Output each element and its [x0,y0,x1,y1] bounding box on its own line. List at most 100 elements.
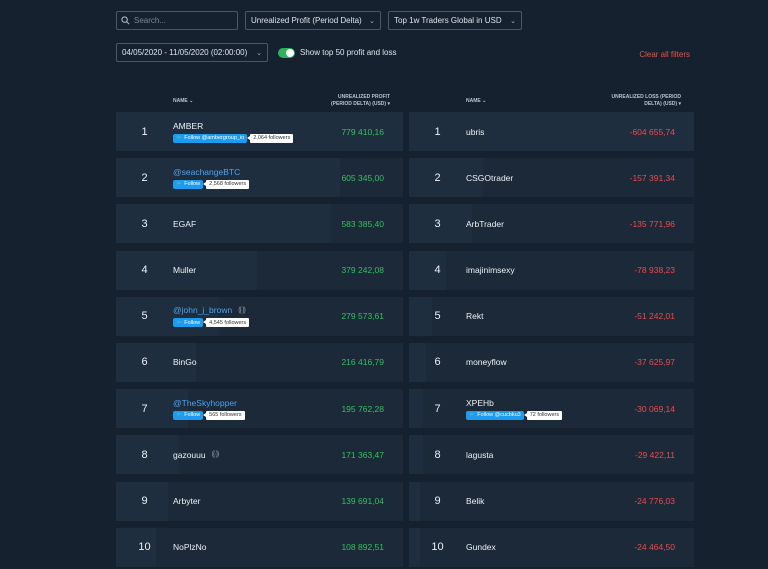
twitter-bird-icon: 🐦 [176,412,183,419]
row-rank: 10 [138,541,151,554]
table-row[interactable]: 9 Belik -24 776,03 [409,481,694,521]
search-icon [121,16,130,25]
social-follow: 🐦 Follow @cucbku3 72 followers [466,410,563,420]
trader-name: BinGo [173,357,197,368]
table-row[interactable]: 7 XPEHb 🐦 Follow @cucbku3 72 followers -30 06… [409,389,694,429]
row-name-line: AMBER [173,121,293,131]
row-rank: 7 [434,402,441,415]
row-name-cell: lagusta [466,435,493,474]
table-row[interactable]: 1 ubris -604 655,74 [409,112,694,151]
row-value: 605 345,00 [341,172,384,183]
loss-value-header[interactable]: UNREALIZED LOSS (PERIOD DELTA) (USD) ▾ [612,94,681,108]
profit-value-header[interactable]: UNREALIZED PROFIT (PERIOD DELTA) (USD) ▾ [331,94,390,108]
loss-table-header: NAME ⌄ UNREALIZED LOSS (PERIOD DELTA) (US… [409,91,694,112]
table-row[interactable]: 6 moneyflow -37 625,97 [409,342,694,382]
top50-toggle[interactable] [278,47,295,58]
trader-name: CSGOtrader [466,172,514,183]
row-name-cell: @TheSkyhopper 🐦 Follow 565 followers [173,389,245,428]
twitter-follow-button[interactable]: 🐦 Follow @ambergroup_io [173,133,248,143]
row-name-line: Arbyter [173,496,200,506]
row-rank: 10 [431,541,444,554]
table-row[interactable]: 4 imajinimsexy -78 938,23 [409,250,694,290]
trader-name: Gundex [466,542,496,553]
twitter-follow-button[interactable]: 🐦 Follow @cucbku3 [466,410,524,420]
search-box[interactable] [116,11,238,30]
row-value: 583 385,40 [341,218,384,229]
row-value: 195 762,28 [341,403,384,414]
table-row[interactable]: 2 CSGOtrader -157 391,34 [409,158,694,198]
group-select[interactable]: Top 1w Traders Global in USD ⌄ [388,11,522,30]
table-row[interactable]: 2 @seachangeBTC 🐦 Follow 2,568 followers 605 … [116,158,403,198]
metric-select-value: Unrealized Profit (Period Delta) [251,16,362,25]
row-value: -78 938,23 [634,265,675,276]
row-rank: 1 [141,125,148,138]
table-row[interactable]: 10 NoPlzNo 108 892,51 [116,527,403,567]
row-value: -37 625,97 [634,357,675,368]
table-row[interactable]: 1 AMBER 🐦 Follow @ambergroup_io 2,064 follow… [116,112,403,151]
twitter-bird-icon: 🐦 [176,319,183,326]
table-row[interactable]: 6 BinGo 216 416,79 [116,342,403,382]
row-name-line: NoPlzNo [173,542,207,552]
trader-name: gazouuu [173,449,206,460]
social-follow: 🐦 Follow 2,568 followers [173,179,250,189]
trader-name: Arbyter [173,496,201,506]
table-row[interactable]: 7 @TheSkyhopper 🐦 Follow 565 followers 195 76… [116,389,403,429]
trader-name[interactable]: @john_j_brown [173,305,232,315]
followers-count[interactable]: 565 followers [203,410,245,420]
twitter-follow-button[interactable]: 🐦 Follow [173,318,204,328]
twitter-follow-label: Follow [184,412,201,419]
row-rank: 3 [434,217,441,230]
row-name-line: Belik [466,496,484,506]
profit-name-header[interactable]: NAME ⌄ [173,98,193,104]
table-row[interactable]: 5 Rekt -51 242,01 [409,296,694,336]
row-name-line: @john_j_brown ((·)) [173,305,249,315]
row-name-line: BinGo [173,357,197,367]
row-rank: 8 [434,448,441,461]
trader-name: lagusta [466,449,494,460]
loss-rows: 1 ubris -604 655,74 2 CSGOtrader -157 391,34 3… [409,112,694,567]
followers-count[interactable]: 72 followers [523,410,563,420]
row-value: -157 391,34 [629,172,675,183]
table-row[interactable]: 3 ArbTrader -135 771,96 [409,204,694,244]
trader-name[interactable]: @seachangeBTC [173,167,240,177]
row-name-line: @TheSkyhopper [173,398,245,408]
table-row[interactable]: 5 @john_j_brown ((·)) 🐦 Follow 4,545 follower… [116,296,403,336]
trader-name: XPEHb [466,397,494,408]
followers-count[interactable]: 2,064 followers [247,133,294,143]
row-rank: 5 [141,310,148,323]
table-row[interactable]: 10 Gundex -24 464,50 [409,527,694,567]
twitter-follow-button[interactable]: 🐦 Follow [173,410,204,420]
row-name-line: Rekt [466,311,483,321]
table-row[interactable]: 8 gazouuu ((·)) 171 363,47 [116,435,403,475]
table-row[interactable]: 8 lagusta -29 422,11 [409,435,694,475]
search-input[interactable] [134,16,234,25]
trader-name: ubris [466,126,485,137]
social-follow: 🐦 Follow 4,545 followers [173,318,250,328]
table-row[interactable]: 9 Arbyter 139 691,04 [116,481,403,521]
date-range-select[interactable]: 04/05/2020 - 11/05/2020 (02:00:00) ⌄ [116,43,268,62]
row-value: 171 363,47 [341,449,384,460]
loss-name-header[interactable]: NAME ⌄ [466,98,486,104]
table-row[interactable]: 3 EGAF 583 385,40 [116,204,403,244]
row-name-cell: AMBER 🐦 Follow @ambergroup_io 2,064 followe… [173,112,294,151]
followers-count[interactable]: 4,545 followers [203,318,250,328]
twitter-follow-button[interactable]: 🐦 Follow [173,179,204,189]
row-rank: 8 [141,448,148,461]
top50-toggle-label: Show top 50 profit and loss [300,48,397,57]
row-rank: 2 [434,171,441,184]
row-name-line: gazouuu ((·)) [173,449,219,460]
row-name-line: ubris [466,127,484,137]
metric-select[interactable]: Unrealized Profit (Period Delta) ⌄ [245,11,381,30]
trader-name[interactable]: @TheSkyhopper [173,398,237,408]
row-name-cell: BinGo [173,343,197,382]
followers-count[interactable]: 2,568 followers [203,179,250,189]
clear-filters-link[interactable]: Clear all filters [639,50,690,59]
row-name-cell: Belik [466,482,484,521]
row-value: -604 655,74 [629,126,675,137]
row-name-line: Gundex [466,542,496,552]
group-select-value: Top 1w Traders Global in USD [394,16,502,25]
table-row[interactable]: 4 Muller 379 242,08 [116,250,403,290]
profit-table: NAME ⌄ UNREALIZED PROFIT (PERIOD DELTA) (… [116,91,403,569]
trader-name: Muller [173,265,197,276]
chevron-down-icon: ⌄ [369,17,375,25]
